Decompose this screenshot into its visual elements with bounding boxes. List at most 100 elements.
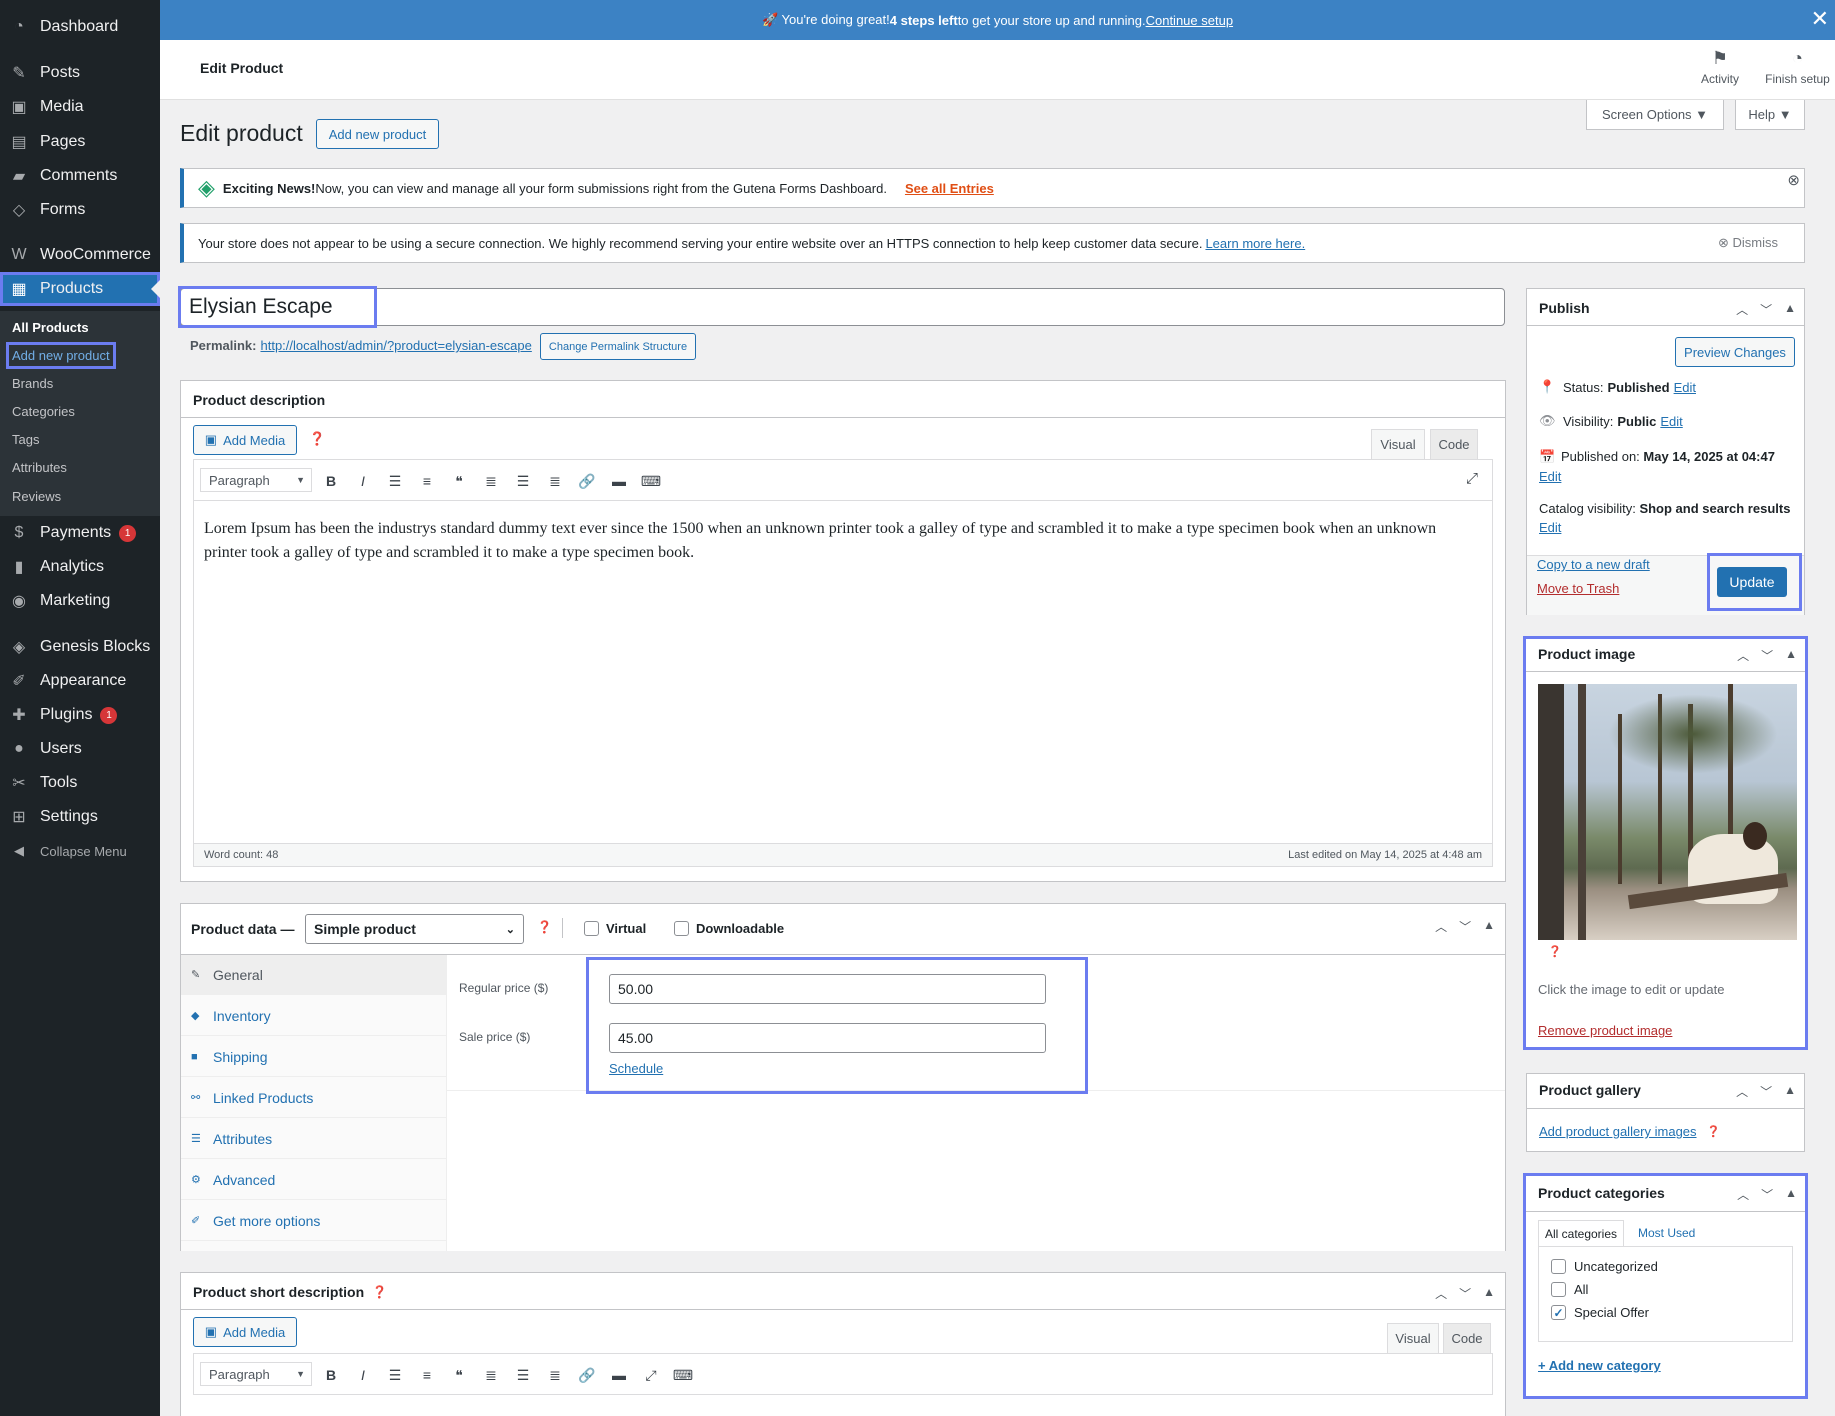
bullet-list-icon[interactable]: ☰ [382,1360,408,1390]
move-up-icon[interactable]: ︿ [1737,1186,1749,1203]
italic-icon[interactable]: I [350,1360,376,1390]
toggle-icon[interactable]: ▲ [1784,301,1796,318]
sidebar-item-pages[interactable]: ▤ Pages [0,125,160,159]
edit-date-link[interactable]: Edit [1539,469,1561,484]
move-up-icon[interactable]: ︿ [1736,301,1748,318]
move-down-icon[interactable]: ﹀ [1459,918,1471,935]
move-down-icon[interactable]: ﹀ [1761,1186,1773,1203]
category-checkbox-all[interactable]: All [1551,1282,1588,1297]
tab-inventory[interactable]: ◆ Inventory [181,996,447,1036]
submenu-add-new-product[interactable]: Add new product [6,342,116,369]
sidebar-item-genesis-blocks[interactable]: ◈ Genesis Blocks [0,630,160,664]
align-right-icon[interactable]: ≣ [542,466,568,496]
tab-visual[interactable]: Visual [1371,429,1425,459]
align-left-icon[interactable]: ≣ [478,466,504,496]
sidebar-item-media[interactable]: ▣ Media [0,90,160,124]
align-right-icon[interactable]: ≣ [542,1360,568,1390]
submenu-tags[interactable]: Tags [12,432,39,447]
toggle-icon[interactable]: ▲ [1785,647,1797,664]
fullscreen-icon[interactable]: ⤢ [1466,470,1478,487]
toolbar-toggle-icon[interactable]: ⌨ [638,466,664,496]
toggle-icon[interactable]: ▲ [1483,918,1495,935]
format-select[interactable]: Paragraph ▼ [200,468,312,492]
product-title-field[interactable]: Elysian Escape [178,286,1505,328]
tab-shipping[interactable]: ■ Shipping [181,1037,447,1077]
product-image[interactable] [1538,684,1797,940]
read-more-icon[interactable]: ▬ [606,1360,632,1390]
tab-visual[interactable]: Visual [1387,1323,1439,1353]
tab-general[interactable]: ✎ General [181,955,447,995]
sidebar-item-woocommerce[interactable]: W WooCommerce [0,238,160,272]
move-to-trash-link[interactable]: Move to Trash [1537,581,1619,596]
bullet-list-icon[interactable]: ☰ [382,466,408,496]
toggle-icon[interactable]: ▲ [1785,1186,1797,1203]
move-up-icon[interactable]: ︿ [1435,1285,1447,1302]
help-icon[interactable]: ❓ [537,920,552,934]
link-icon[interactable]: 🔗 [574,1360,600,1390]
italic-icon[interactable]: I [350,466,376,496]
align-center-icon[interactable]: ☰ [510,466,536,496]
help-icon[interactable]: ❓ [372,1285,387,1299]
continue-setup-link[interactable]: Continue setup [1146,13,1233,28]
tab-advanced[interactable]: ⚙ Advanced [181,1160,447,1200]
change-permalink-button[interactable]: Change Permalink Structure [540,333,696,360]
tab-all-categories[interactable]: All categories [1538,1220,1624,1246]
product-type-select[interactable]: Simple product ⌄ [305,914,524,944]
submenu-attributes[interactable]: Attributes [12,460,67,475]
sidebar-item-analytics[interactable]: ▮ Analytics [0,550,160,584]
add-gallery-images-link[interactable]: Add product gallery images [1539,1124,1697,1139]
close-icon[interactable]: ⊗ [1787,171,1800,189]
tab-code[interactable]: Code [1430,429,1478,459]
sidebar-item-dashboard[interactable]: ◔ Dashboard [0,10,160,44]
sidebar-item-plugins[interactable]: ✚ Plugins 1 [0,698,160,732]
edit-visibility-link[interactable]: Edit [1660,414,1682,429]
submenu-categories[interactable]: Categories [12,404,75,419]
sidebar-item-marketing[interactable]: ◉ Marketing [0,584,160,618]
preview-changes-button[interactable]: Preview Changes [1675,337,1795,367]
align-center-icon[interactable]: ☰ [510,1360,536,1390]
product-title-input[interactable]: Elysian Escape [178,286,377,328]
submenu-reviews[interactable]: Reviews [12,489,61,504]
toolbar-toggle-icon[interactable]: ⌨ [670,1360,696,1390]
move-up-icon[interactable]: ︿ [1435,918,1447,935]
help-icon[interactable]: ❓ [1707,1125,1721,1138]
sidebar-item-users[interactable]: ● Users [0,732,160,766]
submenu-all-products[interactable]: All Products [12,320,89,335]
format-select[interactable]: Paragraph ▼ [200,1362,312,1386]
move-down-icon[interactable]: ﹀ [1760,1083,1772,1100]
submenu-brands[interactable]: Brands [12,376,53,391]
bold-icon[interactable]: B [318,466,344,496]
align-left-icon[interactable]: ≣ [478,1360,504,1390]
sidebar-item-settings[interactable]: ⊞ Settings [0,800,160,834]
move-down-icon[interactable]: ﹀ [1760,301,1772,318]
numbered-list-icon[interactable]: ≡ [414,1360,440,1390]
add-new-product-button[interactable]: Add new product [316,119,439,149]
sidebar-item-comments[interactable]: ▰ Comments [0,159,160,193]
move-down-icon[interactable]: ﹀ [1459,1285,1471,1302]
help-icon[interactable]: ❓ [309,431,325,447]
fullscreen-icon[interactable]: ⤢ [638,1360,664,1390]
add-new-category-link[interactable]: + Add new category [1538,1358,1661,1373]
learn-more-link[interactable]: Learn more here. [1205,236,1305,251]
sidebar-item-forms[interactable]: ◇ Forms [0,193,160,227]
copy-draft-link[interactable]: Copy to a new draft [1537,557,1650,572]
update-button[interactable]: Update [1717,567,1787,597]
edit-status-link[interactable]: Edit [1674,380,1696,395]
sidebar-item-payments[interactable]: $ Payments 1 [0,516,160,550]
help-icon[interactable]: ❓ [1548,945,1562,958]
screen-options-button[interactable]: Screen Options ▼ [1586,100,1724,130]
sidebar-item-tools[interactable]: ✂ Tools [0,766,160,800]
read-more-icon[interactable]: ▬ [606,466,632,496]
sidebar-item-collapse-menu[interactable]: ◀ Collapse Menu [0,834,160,868]
tab-most-used[interactable]: Most Used [1638,1226,1695,1240]
sidebar-item-posts[interactable]: ✎ Posts [0,56,160,90]
regular-price-input[interactable]: 50.00 [609,974,1046,1004]
activity-button[interactable]: ⚑ Activity [1690,48,1750,86]
category-checkbox-special-offer[interactable]: ✓ Special Offer [1551,1305,1649,1320]
finish-setup-button[interactable]: ◔ Finish setup [1760,48,1835,86]
help-button[interactable]: Help ▼ [1735,100,1805,130]
downloadable-checkbox[interactable]: Downloadable [674,921,784,936]
virtual-checkbox[interactable]: Virtual [584,921,646,936]
toggle-icon[interactable]: ▲ [1483,1285,1495,1302]
editor-content[interactable]: Lorem Ipsum has been the industrys stand… [193,501,1493,843]
